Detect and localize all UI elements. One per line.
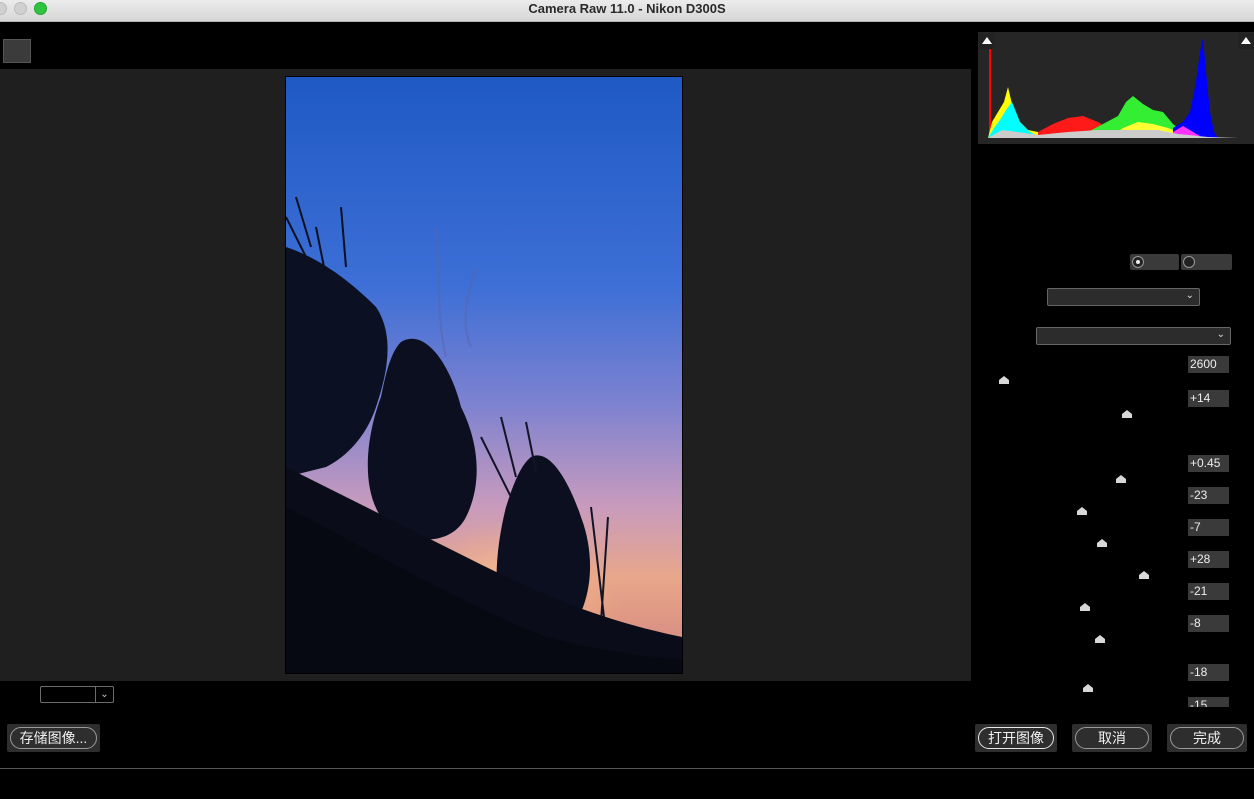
done-label: 完成 [1170,727,1244,749]
open-image-label: 打开图像 [978,727,1054,749]
clarity-slider-thumb-icon[interactable] [1082,683,1094,693]
tint-value[interactable]: +14 [1188,390,1229,407]
dehaze-value[interactable]: -15 [1188,697,1229,707]
chevron-down-icon: ⌄ [1216,329,1225,340]
contrast-value[interactable]: -23 [1188,487,1229,504]
done-button[interactable]: 完成 [1167,724,1247,752]
save-image-label: 存储图像... [10,727,97,749]
shadows-slider-thumb-icon[interactable] [1138,570,1150,580]
highlights-slider-thumb-icon[interactable] [1096,538,1108,548]
radio-unselected-icon [1183,256,1195,268]
radio-selected-icon [1132,256,1144,268]
cancel-label: 取消 [1075,727,1149,749]
window-titlebar: Camera Raw 11.0 - Nikon D300S [0,0,1254,22]
bottom-divider [0,768,1254,769]
shadows-value[interactable]: +28 [1188,551,1229,568]
exposure-value[interactable]: +0.45 [1188,455,1229,472]
open-image-button[interactable]: 打开图像 [975,724,1057,752]
tint-slider-thumb-icon[interactable] [1121,409,1133,419]
chevron-down-icon: ⌄ [1185,290,1194,301]
histogram [978,32,1254,144]
whites-slider-thumb-icon[interactable] [1079,602,1091,612]
cancel-button[interactable]: 取消 [1072,724,1152,752]
profile-dropdown[interactable]: ⌄ [1047,288,1200,306]
white-balance-dropdown[interactable]: ⌄ [1036,327,1231,345]
profile-mode-radio-a[interactable] [1130,254,1179,270]
blacks-slider-thumb-icon[interactable] [1094,634,1106,644]
image-preview[interactable] [285,76,683,674]
window-title: Camera Raw 11.0 - Nikon D300S [528,1,726,16]
zoom-level-select[interactable]: ⌄ [40,686,114,703]
highlights-value[interactable]: -7 [1188,519,1229,536]
temperature-slider-thumb-icon[interactable] [998,375,1010,385]
shadow-clipping-warning-icon[interactable] [979,33,995,49]
highlight-clipping-warning-icon[interactable] [1238,33,1254,49]
clarity-value[interactable]: -18 [1188,664,1229,681]
whites-value[interactable]: -21 [1188,583,1229,600]
profile-mode-radio-b[interactable] [1181,254,1232,270]
temperature-value[interactable]: 2600 [1188,356,1229,373]
exposure-slider-thumb-icon[interactable] [1115,474,1127,484]
save-image-button[interactable]: 存储图像... [7,724,100,752]
tool-button[interactable] [3,39,31,63]
blacks-value[interactable]: -8 [1188,615,1229,632]
chevron-down-icon: ⌄ [95,687,113,702]
contrast-slider-thumb-icon[interactable] [1076,506,1088,516]
